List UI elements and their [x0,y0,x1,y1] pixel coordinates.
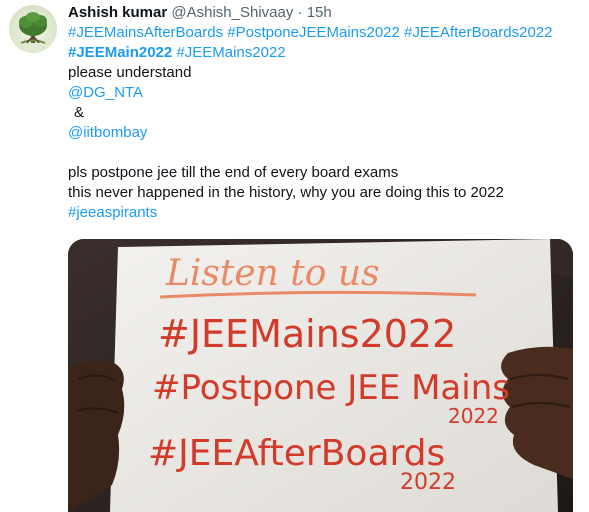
hashtag-link[interactable]: #jeeaspirants [68,204,157,221]
sign-title: Listen to us [165,253,380,294]
sign-year-2: 2022 [448,404,499,428]
tweet-header: Ashish kumar @Ashish_Shivaay · 15h [68,0,578,23]
hashtag-link[interactable]: #JEEMainsAfterBoards [68,24,223,41]
tweet-text: #JEEMainsAfterBoards #PostponeJEEMains20… [68,23,578,223]
tree-icon [19,12,47,44]
sign-line-2: #Postpone JEE Mains [152,368,510,408]
tweet-body: Ashish kumar @Ashish_Shivaay · 15h #JEEM… [68,0,578,223]
tweet-timestamp[interactable]: 15h [307,4,332,21]
tweet-line: this never happened in the history, why … [68,184,504,201]
hashtag-link-bold[interactable]: #JEEMain2022 [68,44,172,61]
author-name[interactable]: Ashish kumar [68,4,167,21]
hashtag-link[interactable]: #PostponeJEEMains2022 [227,24,400,41]
hashtag-line-1: #JEEMainsAfterBoards #PostponeJEEMains20… [68,23,578,43]
hashtag-link[interactable]: #JEEMains2022 [176,44,285,61]
tweet-line: pls postpone jee till the end of every b… [68,164,399,181]
sign-line-3: #JEEAfterBoards [148,433,445,474]
tweet-media[interactable]: Listen to us #JEEMains2022 #Postpone JEE… [68,239,573,512]
sign-year-3: 2022 [400,470,456,495]
tweet-line: please understand [68,64,192,81]
hashtag-line-2: #JEEMain2022 #JEEMains2022 [68,43,578,63]
hashtag-link[interactable]: #JEEAfterBoards2022 [404,24,552,41]
mention-link[interactable]: @iitbombay [68,124,147,141]
protest-sign-photo: Listen to us #JEEMains2022 #Postpone JEE… [68,239,573,512]
author-handle[interactable]: @Ashish_Shivaay [171,4,293,21]
tweet[interactable]: Ashish kumar @Ashish_Shivaay · 15h #JEEM… [0,0,589,512]
separator-dot: · [297,4,303,21]
mention-link[interactable]: @DG_NTA [68,84,143,101]
avatar[interactable] [9,5,57,53]
tweet-line: & [74,104,85,121]
sign-line-1: #JEEMains2022 [158,312,456,356]
